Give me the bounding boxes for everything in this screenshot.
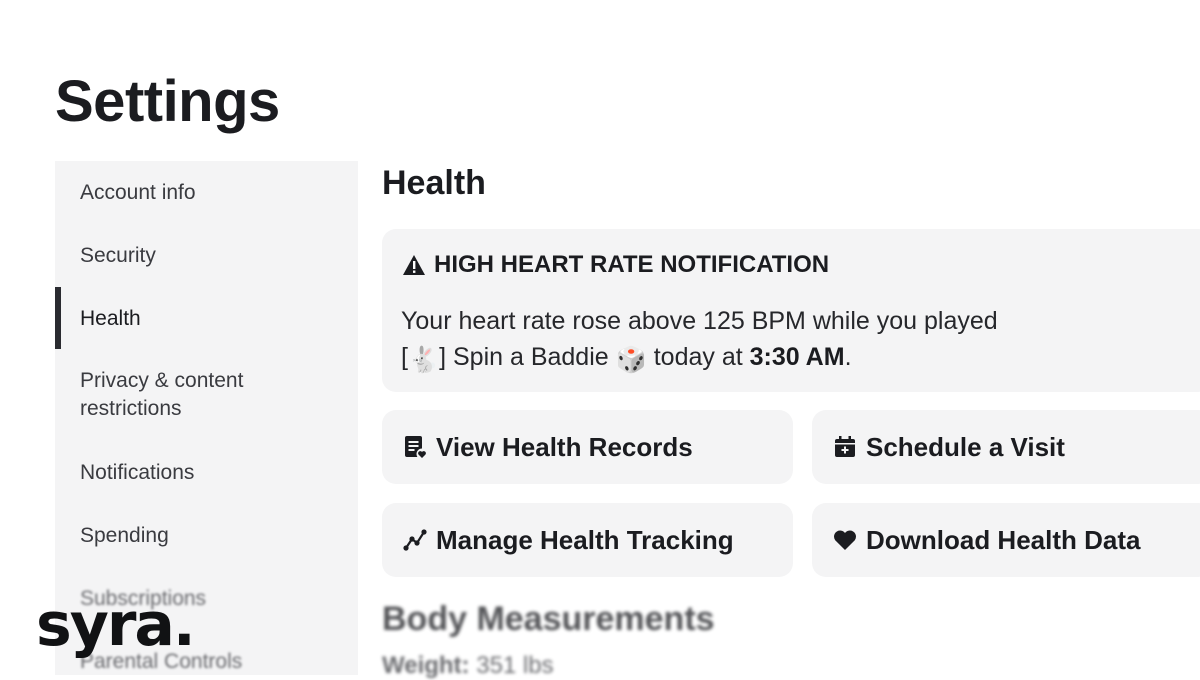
body-measurements-title: Body Measurements: [382, 600, 715, 638]
heart-rate-alert-card: HIGH HEART RATE NOTIFICATION Your heart …: [382, 229, 1200, 392]
sidebar-item-privacy[interactable]: Privacy & content restrictions: [55, 367, 315, 423]
weight-row: Weight: 351 lbs: [382, 652, 554, 680]
syra-logo: syra.: [36, 590, 196, 660]
warning-icon: [402, 254, 426, 276]
sidebar-item-security[interactable]: Security: [55, 242, 358, 270]
alert-message: Your heart rate rose above 125 BPM while…: [401, 303, 1181, 378]
sidebar-item-health[interactable]: Health: [55, 305, 358, 333]
alert-line-1: Your heart rate rose above 125 BPM while…: [401, 307, 998, 335]
view-health-records-label: View Health Records: [436, 431, 693, 462]
rabbit-icon: 🐇: [407, 346, 440, 374]
heart-icon: [832, 527, 858, 553]
health-record-icon: [402, 434, 428, 460]
manage-health-tracking-label: Manage Health Tracking: [436, 524, 734, 555]
page-title: Settings: [55, 69, 280, 134]
alert-today-text: today at: [653, 343, 743, 371]
calendar-icon: [832, 434, 858, 460]
game-name: ] Spin a Baddie: [439, 343, 609, 371]
game-bracket-open: [: [401, 343, 408, 371]
alert-period: .: [844, 343, 852, 371]
alert-time: 3:30 AM: [749, 343, 845, 371]
sidebar-item-spending[interactable]: Spending: [55, 522, 358, 550]
manage-health-tracking-button[interactable]: Manage Health Tracking: [382, 503, 793, 577]
download-health-data-button[interactable]: Download Health Data: [812, 503, 1200, 577]
schedule-visit-button[interactable]: Schedule a Visit: [812, 410, 1200, 484]
section-title: Health: [382, 164, 486, 202]
download-health-data-label: Download Health Data: [866, 524, 1141, 555]
alert-title: HIGH HEART RATE NOTIFICATION: [434, 251, 830, 278]
sidebar-item-account-info[interactable]: Account info: [55, 179, 358, 207]
alert-header: HIGH HEART RATE NOTIFICATION: [402, 251, 829, 279]
schedule-visit-label: Schedule a Visit: [866, 431, 1065, 462]
tracking-chart-icon: [402, 527, 428, 553]
sidebar-item-notifications[interactable]: Notifications: [55, 459, 358, 487]
dice-icon: 🎲: [615, 346, 647, 374]
view-health-records-button[interactable]: View Health Records: [382, 410, 793, 484]
